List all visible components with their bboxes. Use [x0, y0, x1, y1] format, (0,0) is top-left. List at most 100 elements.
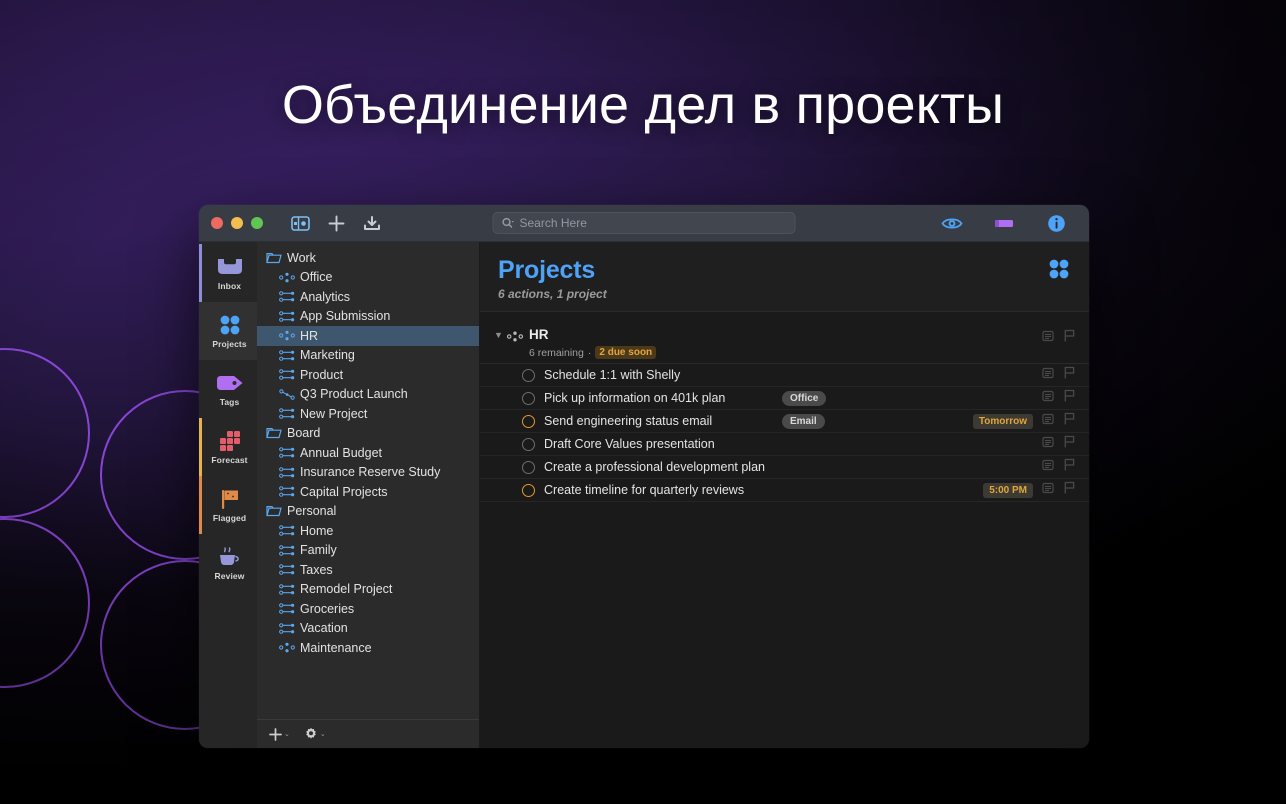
sidebar-project-row[interactable]: HR — [257, 326, 479, 346]
row-actions[interactable] — [1042, 458, 1075, 476]
row-actions[interactable] — [1042, 389, 1075, 407]
flag-icon[interactable] — [1064, 435, 1075, 453]
status-badge: 2 due soon — [595, 346, 656, 359]
sidebar-project-row[interactable]: Analytics — [257, 287, 479, 307]
sidebar-project-row[interactable]: Family — [257, 541, 479, 561]
sidebar-project-row[interactable]: Q3 Product Launch — [257, 385, 479, 405]
row-actions[interactable] — [1042, 329, 1075, 347]
sidebar-project-row[interactable]: Marketing — [257, 346, 479, 366]
note-icon[interactable] — [1042, 389, 1054, 407]
disclosure-triangle-icon[interactable]: ▼ — [494, 326, 507, 340]
note-icon[interactable] — [1042, 458, 1054, 476]
tag-icon[interactable] — [989, 210, 1019, 236]
sidebar-folder-row[interactable]: Work — [257, 248, 479, 268]
sidebar-toggle-icon[interactable] — [285, 210, 315, 236]
sidebar-project-row[interactable]: Maintenance — [257, 638, 479, 658]
eye-icon[interactable] — [937, 210, 967, 236]
task-tag-badge[interactable]: Email — [782, 414, 825, 429]
parallel-project-icon — [279, 350, 295, 361]
note-icon[interactable] — [1042, 329, 1054, 347]
flag-icon — [219, 488, 241, 510]
task-rows: Schedule 1:1 with Shelly Pick up informat… — [480, 364, 1089, 502]
chevron-down-icon: ⌄ — [320, 730, 326, 738]
flag-icon[interactable] — [1064, 412, 1075, 430]
sidebar-item-flagged[interactable]: Flagged — [199, 476, 257, 534]
flag-icon[interactable] — [1064, 366, 1075, 384]
project-group-header[interactable]: ▼ HR 6 remaining · — [480, 322, 1089, 364]
quick-entry-icon[interactable] — [357, 210, 387, 236]
sidebar-row-label: Maintenance — [300, 641, 372, 655]
page-title: Объединение дел в проекты — [0, 74, 1286, 136]
sidebar-project-row[interactable]: Annual Budget — [257, 443, 479, 463]
row-actions[interactable] — [1042, 366, 1075, 384]
sidebar-project-row[interactable]: Insurance Reserve Study — [257, 463, 479, 483]
content-header: Projects 6 actions, 1 project — [480, 242, 1089, 312]
sidebar-project-row[interactable]: Remodel Project — [257, 580, 479, 600]
meta-separator: · — [588, 347, 592, 359]
sidebar-item-tags[interactable]: Tags — [199, 360, 257, 418]
task-tag-badge[interactable]: Office — [782, 391, 826, 406]
single-action-icon — [279, 641, 295, 654]
flag-icon[interactable] — [1064, 389, 1075, 407]
sidebar-item-forecast[interactable]: Forecast — [199, 418, 257, 476]
task-checkbox[interactable] — [522, 415, 535, 428]
note-icon[interactable] — [1042, 481, 1054, 499]
add-project-button[interactable]: ⌄ — [269, 728, 290, 741]
note-icon[interactable] — [1042, 366, 1054, 384]
sidebar-project-row[interactable]: App Submission — [257, 307, 479, 327]
row-actions[interactable] — [1042, 481, 1075, 499]
task-row[interactable]: Create a professional development plan — [480, 456, 1089, 479]
sidebar-folder-row[interactable]: Personal — [257, 502, 479, 522]
window-controls[interactable] — [211, 217, 263, 229]
task-row[interactable]: Schedule 1:1 with Shelly — [480, 364, 1089, 387]
sidebar-item-projects[interactable]: Projects — [199, 302, 257, 360]
sidebar-item-label: Tags — [220, 397, 240, 407]
note-icon[interactable] — [1042, 412, 1054, 430]
sidebar-settings-button[interactable]: ⌄ — [304, 727, 326, 741]
task-title: Schedule 1:1 with Shelly — [544, 368, 680, 382]
sidebar-project-row[interactable]: Home — [257, 521, 479, 541]
sidebar-row-label: Office — [300, 270, 332, 284]
parallel-project-icon — [279, 467, 295, 478]
row-actions[interactable] — [1042, 412, 1075, 430]
task-checkbox[interactable] — [522, 438, 535, 451]
task-row[interactable]: Pick up information on 401k planOffice — [480, 387, 1089, 410]
note-icon[interactable] — [1042, 435, 1054, 453]
task-checkbox[interactable] — [522, 484, 535, 497]
sidebar-project-row[interactable]: Product — [257, 365, 479, 385]
parallel-project-icon — [279, 584, 295, 595]
task-checkbox[interactable] — [522, 369, 535, 382]
row-actions[interactable] — [1042, 435, 1075, 453]
sidebar-item-review[interactable]: Review — [199, 534, 257, 592]
info-icon[interactable] — [1041, 210, 1071, 236]
search-input[interactable]: Search Here — [493, 212, 796, 234]
project-list[interactable]: Work Office AnalyticsApp SubmissionHRMarke… — [257, 242, 479, 719]
sidebar-project-row[interactable]: Groceries — [257, 599, 479, 619]
sidebar-folder-row[interactable]: Board — [257, 424, 479, 444]
add-icon[interactable] — [321, 210, 351, 236]
task-checkbox[interactable] — [522, 392, 535, 405]
sidebar-item-label: Review — [215, 571, 245, 581]
parallel-project-icon — [279, 408, 295, 419]
task-row[interactable]: Create timeline for quarterly reviews5:0… — [480, 479, 1089, 502]
sidebar-project-row[interactable]: Office — [257, 268, 479, 288]
close-button[interactable] — [211, 217, 223, 229]
sidebar-project-row[interactable]: New Project — [257, 404, 479, 424]
task-checkbox[interactable] — [522, 461, 535, 474]
parallel-icon — [279, 368, 295, 381]
single-action-icon — [279, 271, 295, 284]
task-row[interactable]: Draft Core Values presentation — [480, 433, 1089, 456]
task-row[interactable]: Send engineering status emailEmailTomorr… — [480, 410, 1089, 433]
flag-icon[interactable] — [1064, 481, 1075, 499]
sidebar-project-row[interactable]: Vacation — [257, 619, 479, 639]
flag-icon[interactable] — [1064, 329, 1075, 347]
single-action-icon — [279, 329, 295, 342]
flag-icon[interactable] — [1064, 458, 1075, 476]
sidebar-item-inbox[interactable]: Inbox — [199, 244, 257, 302]
minimize-button[interactable] — [231, 217, 243, 229]
gear-icon — [304, 727, 318, 741]
sidebar-project-row[interactable]: Taxes — [257, 560, 479, 580]
sidebar-project-row[interactable]: Capital Projects — [257, 482, 479, 502]
zoom-button[interactable] — [251, 217, 263, 229]
parallel-icon — [279, 583, 295, 596]
